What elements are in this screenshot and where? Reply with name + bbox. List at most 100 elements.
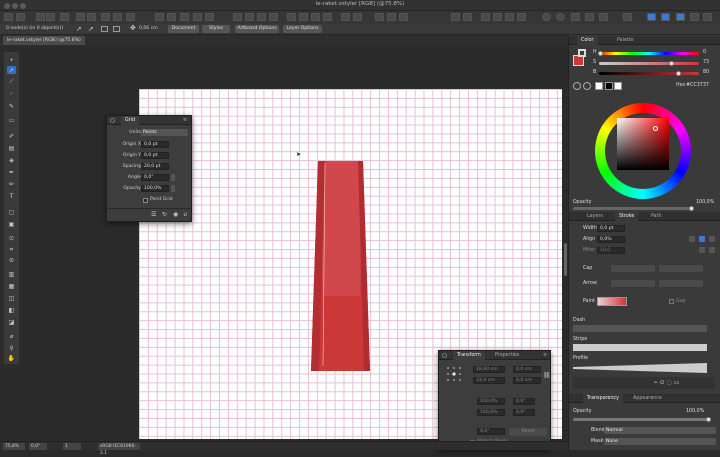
point-grid-checkbox[interactable]	[143, 198, 148, 203]
eye-icon[interactable]: ◉	[173, 211, 178, 218]
b-value[interactable]: 80	[703, 70, 709, 75]
s-knob[interactable]	[669, 61, 674, 66]
frame-text-icon[interactable]: ▣	[7, 220, 16, 228]
document-tab[interactable]: le-raket.vstyler [RGB] (@75.8%)	[3, 36, 85, 45]
miter-field[interactable]: 10,0	[597, 247, 625, 254]
view-zoom-icon[interactable]: ⚲	[7, 344, 16, 352]
crop-tool-icon[interactable]: ⌗	[7, 246, 16, 254]
text-tool-icon[interactable]: T	[7, 192, 16, 200]
arrange-icon[interactable]	[205, 13, 214, 21]
h-slider[interactable]	[599, 52, 699, 55]
studio-layout-icon[interactable]	[661, 13, 670, 21]
artboard-tool-icon[interactable]: ◪	[7, 318, 16, 326]
units-select[interactable]: Points	[141, 129, 188, 136]
arrow-end-select[interactable]	[659, 280, 703, 287]
zoom-tool-icon[interactable]: ⊙	[7, 234, 16, 242]
flip-vertical-icon[interactable]	[323, 13, 332, 21]
magnet-icon[interactable]: ∪	[183, 211, 187, 218]
ungroup-icon[interactable]	[299, 13, 308, 21]
h-value[interactable]: 0	[703, 50, 706, 55]
angle-stepper[interactable]	[171, 174, 175, 181]
insert-front-icon[interactable]	[493, 13, 502, 21]
hand-tool-icon[interactable]: ✋	[7, 354, 16, 362]
corner-tool-icon[interactable]: ◜	[7, 90, 16, 98]
snapping-options-icon[interactable]	[463, 13, 472, 21]
align-top-icon[interactable]	[375, 13, 384, 21]
styles-button[interactable]: Styles	[202, 25, 230, 33]
fill-tool-icon[interactable]: ◈	[7, 156, 16, 164]
s-slider[interactable]	[599, 62, 699, 65]
opacity-slider[interactable]	[573, 207, 693, 210]
undo-icon[interactable]	[36, 13, 45, 21]
grid-toggle-icon[interactable]	[193, 13, 202, 21]
open-icon[interactable]	[16, 13, 25, 21]
pencil-tool-icon[interactable]: ✏	[7, 180, 16, 188]
paint-swatch[interactable]	[597, 297, 627, 306]
history-forward-icon[interactable]	[87, 13, 96, 21]
lock-ratio-icon[interactable]: ⛓	[543, 372, 551, 379]
scale-x-field[interactable]: 100,0%	[477, 398, 505, 405]
profile-preview[interactable]	[573, 363, 707, 373]
preferences-icon[interactable]	[556, 13, 565, 21]
stroke-inner-icon[interactable]	[689, 236, 695, 242]
anchor-selector[interactable]	[446, 366, 462, 382]
align-bottom-icon[interactable]	[399, 13, 408, 21]
persona-studio-icon[interactable]	[647, 13, 656, 21]
saturation-square[interactable]	[617, 118, 669, 170]
slice-tool-icon[interactable]: ◫	[7, 294, 16, 302]
studio-settings-icon[interactable]	[703, 13, 712, 21]
transparency-knob[interactable]	[706, 417, 711, 422]
skew-y-field[interactable]: 0,0°	[513, 409, 535, 416]
rotate-left-icon[interactable]	[341, 13, 350, 21]
cut-icon[interactable]	[60, 13, 69, 21]
bounding-box-icon[interactable]	[113, 26, 120, 32]
place-image-icon[interactable]: ◧	[7, 306, 16, 314]
move-tool-icon[interactable]: ➚	[7, 66, 16, 74]
panel-close-icon[interactable]	[110, 118, 115, 123]
grid-tab[interactable]: Grid	[121, 116, 140, 125]
opacity-stepper[interactable]	[171, 185, 175, 192]
paint-brush-icon[interactable]: ✐	[7, 132, 16, 140]
y-field[interactable]: 33,4 cm	[473, 377, 505, 384]
h-knob[interactable]	[598, 51, 603, 56]
refresh-small-icon[interactable]: ↻	[162, 211, 167, 218]
opacity-knob[interactable]	[689, 206, 694, 211]
eraser-tool-icon[interactable]: ▤	[7, 144, 16, 152]
studio-dock-icon[interactable]	[690, 13, 699, 21]
clipboard-icon[interactable]	[180, 13, 189, 21]
view-mode-icon[interactable]	[571, 13, 580, 21]
panel-menu-icon[interactable]: ≡	[543, 352, 547, 358]
opacity-field[interactable]: 100,0%	[141, 185, 169, 192]
mask-select[interactable]: None	[604, 438, 716, 445]
origin-y-field[interactable]: 0,0 pt	[141, 152, 169, 159]
tab-stroke[interactable]: Stroke	[615, 212, 639, 221]
flip-horizontal-icon[interactable]	[311, 13, 320, 21]
artboard-options-button[interactable]: Artboard Options	[235, 25, 279, 33]
stroke-swatch[interactable]	[578, 49, 586, 57]
rotate-field[interactable]: 0,0°	[477, 428, 505, 435]
node-tool-icon[interactable]: ⟋	[7, 78, 16, 86]
snap-icon[interactable]	[101, 13, 110, 21]
b-knob[interactable]	[676, 71, 681, 76]
save-icon[interactable]	[113, 13, 122, 21]
redo-icon[interactable]	[46, 13, 55, 21]
b-slider[interactable]	[599, 72, 699, 75]
stroke-tool-icons[interactable]: ⌁ ⊙ ◌ ▭	[654, 379, 679, 386]
boolean-exclude-icon[interactable]	[269, 13, 278, 21]
transparency-opacity-value[interactable]: 100,0%	[686, 409, 704, 414]
document-button[interactable]: Document	[168, 25, 199, 33]
align-field[interactable]: 0,0%	[597, 236, 625, 243]
page-field[interactable]: 1	[63, 443, 81, 450]
color-target-icon[interactable]	[653, 126, 658, 131]
boolean-subtract-icon[interactable]	[245, 13, 254, 21]
color-mode-icon[interactable]	[583, 82, 591, 90]
boolean-intersect-icon[interactable]	[257, 13, 266, 21]
black-swatch[interactable]	[605, 82, 613, 90]
stroke-outer-icon[interactable]	[709, 236, 715, 242]
align-middle-icon[interactable]	[387, 13, 396, 21]
zoom-field[interactable]: 75,8%	[3, 443, 25, 450]
hex-value[interactable]: #CC3737	[686, 83, 709, 88]
workspace-icon[interactable]	[676, 13, 685, 21]
mask-icon[interactable]	[517, 13, 526, 21]
rectangle-tool-icon[interactable]: ▭	[7, 116, 16, 124]
